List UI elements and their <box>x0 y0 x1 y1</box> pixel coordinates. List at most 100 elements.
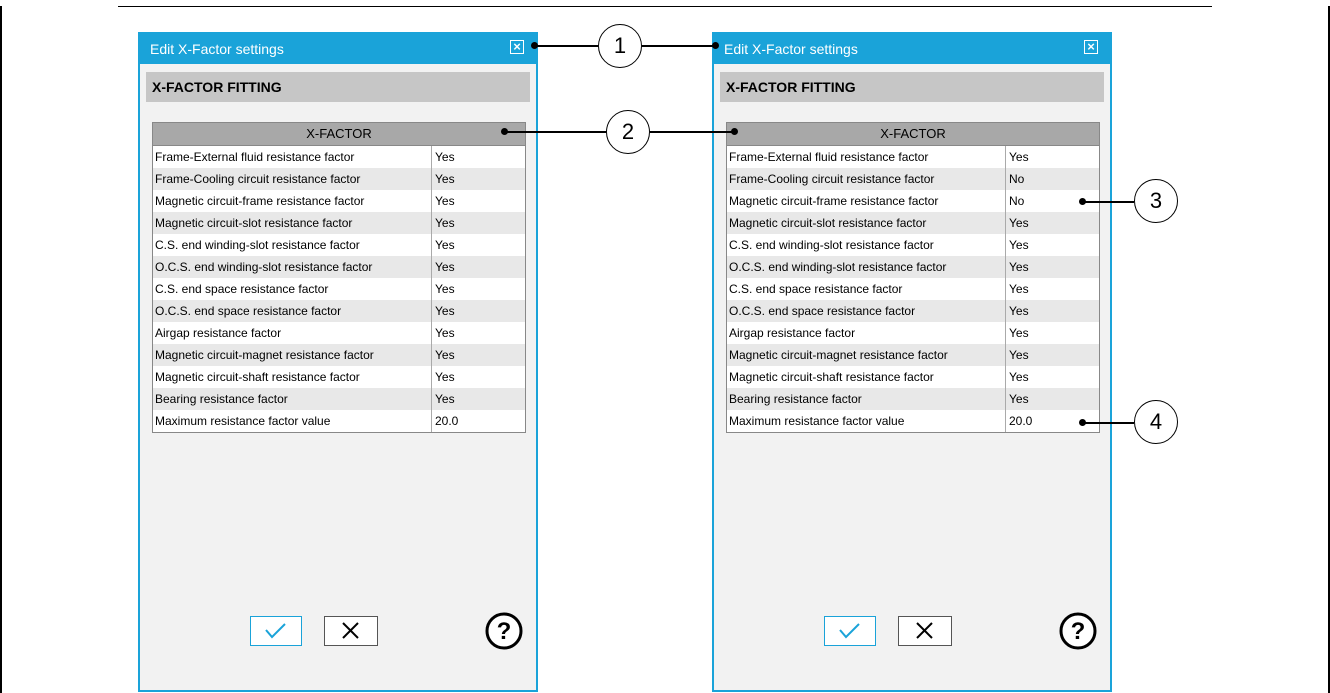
table-row[interactable]: Maximum resistance factor value 20.0 <box>727 410 1099 432</box>
row-label: Frame-External fluid resistance factor <box>153 146 432 168</box>
help-button[interactable]: ? <box>484 611 524 651</box>
row-value[interactable]: Yes <box>1006 366 1029 388</box>
row-value[interactable]: Yes <box>432 344 455 366</box>
row-value[interactable]: 20.0 <box>432 410 458 432</box>
row-value[interactable]: Yes <box>432 212 455 234</box>
row-value[interactable]: No <box>1006 190 1024 212</box>
row-value[interactable]: Yes <box>432 322 455 344</box>
row-value[interactable]: Yes <box>432 278 455 300</box>
page-frame-top <box>118 6 1212 7</box>
callout-3: 3 <box>1134 179 1178 223</box>
row-label: Magnetic circuit-magnet resistance facto… <box>727 344 1006 366</box>
table-row[interactable]: Magnetic circuit-frame resistance factor… <box>727 190 1099 212</box>
row-value[interactable]: Yes <box>432 146 455 168</box>
row-value[interactable]: Yes <box>1006 256 1029 278</box>
row-label: C.S. end space resistance factor <box>727 278 1006 300</box>
callout-4-leader <box>1082 422 1134 424</box>
table-row[interactable]: Magnetic circuit-slot resistance factor Y… <box>727 212 1099 234</box>
checkmark-icon <box>265 623 286 639</box>
row-value[interactable]: Yes <box>1006 146 1029 168</box>
row-label: O.C.S. end space resistance factor <box>153 300 432 322</box>
section-header: X-FACTOR FITTING <box>146 72 530 102</box>
row-label: Magnetic circuit-frame resistance factor <box>153 190 432 212</box>
row-value[interactable]: Yes <box>432 234 455 256</box>
table-row[interactable]: Bearing resistance factor Yes <box>153 388 525 410</box>
cancel-button[interactable] <box>898 616 952 646</box>
row-value[interactable]: Yes <box>432 366 455 388</box>
x-icon <box>916 622 933 639</box>
table-row[interactable]: O.C.S. end space resistance factor Yes <box>153 300 525 322</box>
dialog-titlebar: Edit X-Factor settings × <box>714 34 1110 64</box>
row-value[interactable]: 20.0 <box>1006 410 1032 432</box>
row-label: Magnetic circuit-shaft resistance factor <box>727 366 1006 388</box>
table-row[interactable]: Maximum resistance factor value 20.0 <box>153 410 525 432</box>
row-value[interactable]: Yes <box>1006 388 1029 410</box>
table-row[interactable]: C.S. end space resistance factor Yes <box>727 278 1099 300</box>
table-row[interactable]: Airgap resistance factor Yes <box>153 322 525 344</box>
row-value[interactable]: Yes <box>1006 212 1029 234</box>
row-label: Magnetic circuit-slot resistance factor <box>153 212 432 234</box>
section-header: X-FACTOR FITTING <box>720 72 1104 102</box>
row-value[interactable]: Yes <box>1006 300 1029 322</box>
row-value[interactable]: Yes <box>432 256 455 278</box>
row-value[interactable]: Yes <box>1006 344 1029 366</box>
callout-2-leader <box>504 131 606 133</box>
svg-text:?: ? <box>1071 618 1086 645</box>
table-row[interactable]: C.S. end space resistance factor Yes <box>153 278 525 300</box>
table-row[interactable]: Bearing resistance factor Yes <box>727 388 1099 410</box>
row-label: Magnetic circuit-frame resistance factor <box>727 190 1006 212</box>
table-row[interactable]: Frame-External fluid resistance factor Ye… <box>153 146 525 168</box>
row-value[interactable]: Yes <box>1006 234 1029 256</box>
table-header: X-FACTOR <box>153 123 525 146</box>
table-row[interactable]: Frame-External fluid resistance factor Ye… <box>727 146 1099 168</box>
row-label: Frame-Cooling circuit resistance factor <box>153 168 432 190</box>
table-row[interactable]: C.S. end winding-slot resistance factor Y… <box>153 234 525 256</box>
help-button[interactable]: ? <box>1058 611 1098 651</box>
row-label: C.S. end winding-slot resistance factor <box>727 234 1006 256</box>
row-value[interactable]: Yes <box>1006 278 1029 300</box>
row-value[interactable]: No <box>1006 168 1024 190</box>
callout-1-leader-right <box>642 45 716 47</box>
table-row[interactable]: Airgap resistance factor Yes <box>727 322 1099 344</box>
callout-1: 1 <box>598 24 642 68</box>
ok-button[interactable] <box>824 616 876 646</box>
dialog-titlebar: Edit X-Factor settings × <box>140 34 536 64</box>
callout-4-dot <box>1079 419 1086 426</box>
row-label: Magnetic circuit-magnet resistance facto… <box>153 344 432 366</box>
row-value[interactable]: Yes <box>432 168 455 190</box>
callout-2-dot <box>501 128 508 135</box>
ok-button[interactable] <box>250 616 302 646</box>
svg-text:?: ? <box>497 618 512 645</box>
xfactor-table: X-FACTOR Frame-External fluid resistance… <box>152 122 526 433</box>
row-value[interactable]: Yes <box>432 300 455 322</box>
close-icon[interactable]: × <box>1084 40 1098 54</box>
row-label: O.C.S. end winding-slot resistance facto… <box>153 256 432 278</box>
table-row[interactable]: Magnetic circuit-slot resistance factor Y… <box>153 212 525 234</box>
row-label: O.C.S. end space resistance factor <box>727 300 1006 322</box>
table-row[interactable]: Frame-Cooling circuit resistance factor N… <box>727 168 1099 190</box>
row-value[interactable]: Yes <box>432 388 455 410</box>
row-value[interactable]: Yes <box>432 190 455 212</box>
table-row[interactable]: Magnetic circuit-frame resistance factor… <box>153 190 525 212</box>
callout-2: 2 <box>606 110 650 154</box>
table-row[interactable]: Magnetic circuit-shaft resistance factor… <box>153 366 525 388</box>
cancel-button[interactable] <box>324 616 378 646</box>
table-row[interactable]: Magnetic circuit-magnet resistance facto… <box>727 344 1099 366</box>
table-row[interactable]: Magnetic circuit-magnet resistance facto… <box>153 344 525 366</box>
row-label: C.S. end space resistance factor <box>153 278 432 300</box>
table-row[interactable]: O.C.S. end winding-slot resistance facto… <box>153 256 525 278</box>
callout-3-dot <box>1079 198 1086 205</box>
row-label: Bearing resistance factor <box>727 388 1006 410</box>
table-row[interactable]: Frame-Cooling circuit resistance factor Y… <box>153 168 525 190</box>
row-label: Magnetic circuit-slot resistance factor <box>727 212 1006 234</box>
table-row[interactable]: C.S. end winding-slot resistance factor Y… <box>727 234 1099 256</box>
table-row[interactable]: Magnetic circuit-shaft resistance factor… <box>727 366 1099 388</box>
row-label: Maximum resistance factor value <box>727 410 1006 432</box>
dialog-title: Edit X-Factor settings <box>150 41 284 57</box>
callout-2-leader-right <box>650 131 732 133</box>
close-icon[interactable]: × <box>510 40 524 54</box>
table-row[interactable]: O.C.S. end space resistance factor Yes <box>727 300 1099 322</box>
row-value[interactable]: Yes <box>1006 322 1029 344</box>
table-row[interactable]: O.C.S. end winding-slot resistance facto… <box>727 256 1099 278</box>
row-label: Bearing resistance factor <box>153 388 432 410</box>
